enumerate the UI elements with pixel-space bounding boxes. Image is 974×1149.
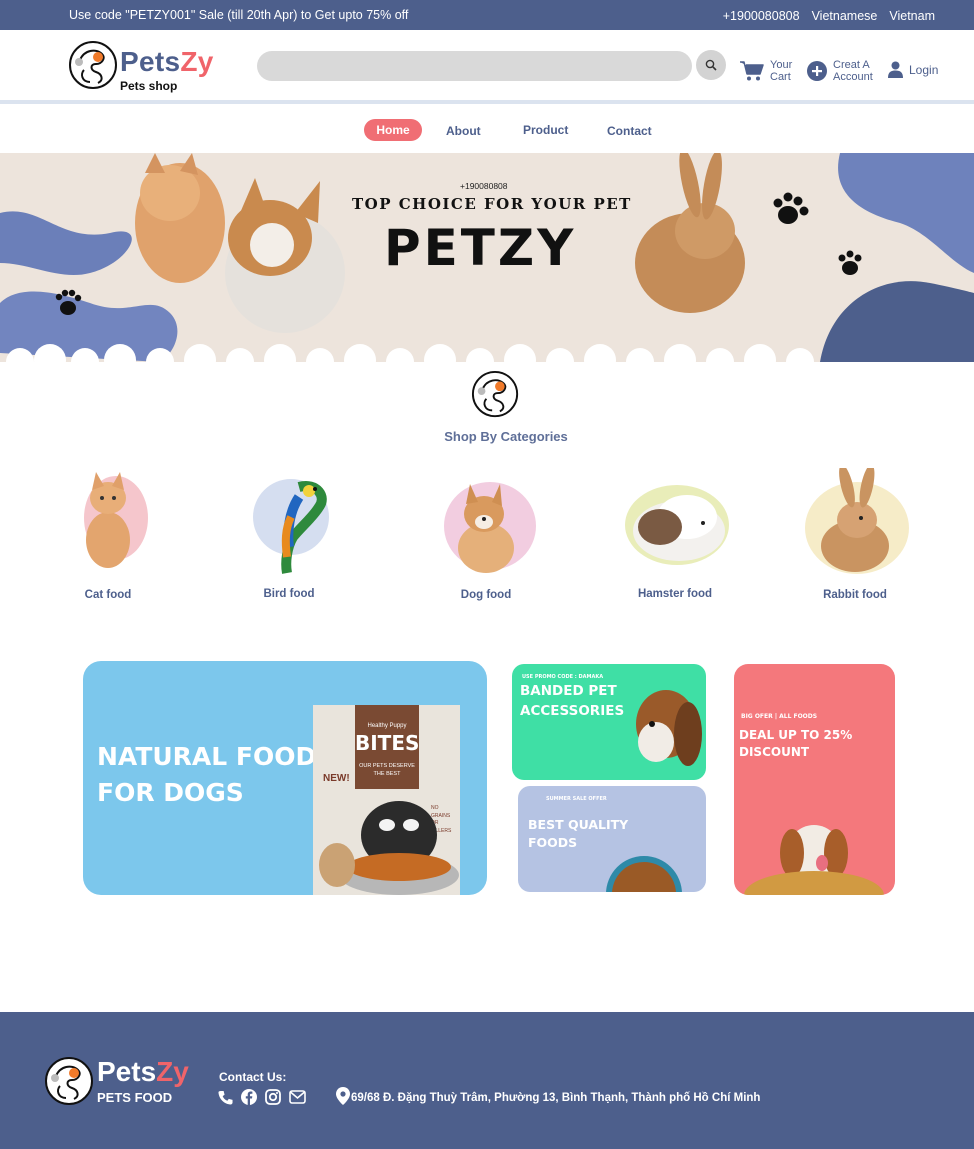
nav-product[interactable]: Product bbox=[523, 123, 568, 137]
package-title: BITES bbox=[355, 731, 420, 755]
hero-phone: +190080808 bbox=[460, 181, 508, 191]
cart-label-line2: Cart bbox=[770, 71, 791, 83]
footer-social-icons bbox=[218, 1089, 306, 1105]
promo-natural-line1: NATURAL FOOD bbox=[97, 742, 317, 771]
footer: PetsZy PETS FOOD Contact Us: 69/68 Đ. Đặ… bbox=[0, 1012, 974, 1149]
promo-natural-food-card[interactable]: NATURAL FOOD FOR DOGS Healthy Puppy BITE… bbox=[83, 661, 487, 895]
category-label: Hamster food bbox=[637, 588, 713, 600]
language-selector[interactable]: Vietnamese bbox=[812, 9, 878, 23]
category-dog-food[interactable]: Dog food bbox=[426, 468, 546, 601]
phone-link[interactable]: +1900080808 bbox=[723, 9, 800, 23]
nav-contact[interactable]: Contact bbox=[607, 124, 652, 138]
parrot-image bbox=[253, 479, 329, 574]
promo-banded-line2: ACCESSORIES bbox=[520, 702, 625, 719]
category-label: Cat food bbox=[84, 589, 132, 601]
food-package-image: Healthy Puppy BITES OUR PETS DESERVE THE… bbox=[313, 705, 460, 895]
categories-title: Shop By Categories bbox=[444, 429, 568, 444]
beagle-image bbox=[636, 690, 702, 766]
category-hamster-food[interactable]: Hamster food bbox=[615, 467, 735, 600]
promo-quality-line2: FOODS bbox=[528, 835, 578, 851]
login-label: Login bbox=[909, 62, 939, 77]
create-account-label: Creat A Account bbox=[833, 59, 873, 83]
promo-deal-tag: BIG OFER | ALL FOODS bbox=[741, 713, 818, 720]
promo-natural-line2: FOR DOGS bbox=[97, 778, 244, 808]
promo-banded-tag: USE PROMO CODE : DAMAKA bbox=[522, 674, 604, 680]
site-logo[interactable]: PetsZy Pets shop bbox=[68, 40, 238, 94]
nav-about[interactable]: About bbox=[446, 124, 481, 138]
logo-wordmark-pets: Pets bbox=[120, 46, 181, 77]
logo-icon bbox=[69, 41, 117, 89]
top-bar-links: +1900080808 Vietnamese Vietnam bbox=[723, 9, 935, 23]
email-icon[interactable] bbox=[289, 1090, 306, 1104]
food-bowl-image bbox=[606, 856, 682, 892]
promo-deal-line2: DISCOUNT bbox=[739, 745, 810, 760]
promo-deal-title: DEAL UP TO 25% DISCOUNT bbox=[739, 727, 852, 762]
cart-label: Your Cart bbox=[770, 59, 792, 83]
create-account-link[interactable]: Creat A Account bbox=[807, 59, 873, 83]
cat-image bbox=[84, 472, 148, 568]
logo-wordmark: PetsZy bbox=[120, 46, 214, 78]
footer-wordmark: PetsZy bbox=[97, 1056, 189, 1088]
plus-circle-icon bbox=[807, 61, 827, 81]
section-logo-icon bbox=[471, 370, 519, 418]
hamster-image bbox=[625, 485, 729, 565]
promo-natural-title: NATURAL FOOD FOR DOGS bbox=[97, 739, 316, 812]
promo-deal-discount-card[interactable]: BIG OFER | ALL FOODS DEAL UP TO 25% DISC… bbox=[734, 664, 895, 895]
rabbit-image bbox=[805, 464, 909, 574]
user-icon bbox=[888, 61, 903, 78]
footer-wordmark-pets: Pets bbox=[97, 1056, 157, 1087]
promo-quality-title: BEST QUALITY FOODS bbox=[528, 816, 628, 852]
search-icon bbox=[705, 59, 717, 71]
cart-link[interactable]: Your Cart bbox=[740, 59, 792, 83]
phone-icon[interactable] bbox=[218, 1090, 233, 1105]
package-small-label: Healthy Puppy bbox=[367, 723, 407, 729]
search-input[interactable] bbox=[257, 51, 692, 81]
main-nav bbox=[0, 104, 974, 153]
dog-bowl-image bbox=[319, 801, 459, 895]
cart-label-line1: Your bbox=[770, 59, 793, 71]
promo-best-quality-card[interactable]: SUMMER SALE OFFER BEST QUALITY FOODS bbox=[518, 786, 706, 892]
hero-banner: +190080808 TOP CHOICE FOR YOUR PET PETZY bbox=[0, 153, 974, 362]
footer-subtitle: PETS FOOD bbox=[97, 1090, 173, 1105]
cart-icon bbox=[740, 61, 764, 81]
search-button[interactable] bbox=[696, 50, 726, 80]
promo-deal-line1: DEAL UP TO 25% bbox=[739, 728, 853, 742]
login-link[interactable]: Login bbox=[888, 61, 938, 78]
category-cat-food[interactable]: Cat food bbox=[48, 468, 168, 601]
hero-tagline: TOP CHOICE FOR YOUR PET bbox=[352, 195, 632, 213]
footer-wordmark-zy: Zy bbox=[156, 1056, 189, 1087]
hero-title: PETZY bbox=[384, 219, 577, 277]
dog-with-food-image bbox=[744, 825, 884, 895]
category-label: Rabbit food bbox=[823, 589, 887, 601]
promo-banded-title: BANDED PET ACCESSORIES bbox=[520, 682, 624, 721]
facebook-icon[interactable] bbox=[241, 1089, 257, 1105]
category-label: Bird food bbox=[263, 588, 315, 600]
dog-image bbox=[444, 482, 536, 573]
nav-home[interactable]: Home bbox=[364, 119, 422, 141]
footer-contact-title: Contact Us: bbox=[219, 1070, 287, 1084]
package-new-tag: NEW! bbox=[323, 773, 350, 784]
category-rabbit-food[interactable]: Rabbit food bbox=[795, 464, 915, 601]
promo-quality-line1: BEST QUALITY bbox=[528, 817, 629, 832]
category-bird-food[interactable]: Bird food bbox=[229, 467, 349, 600]
package-subtitle: OUR PETS DESERVE THE BEST bbox=[359, 763, 415, 777]
promo-banner-text: Use code "PETZY001" Sale (till 20th Apr)… bbox=[69, 8, 409, 22]
top-bar: Use code "PETZY001" Sale (till 20th Apr)… bbox=[0, 0, 974, 30]
footer-logo-icon bbox=[45, 1057, 93, 1105]
location-pin-icon bbox=[336, 1087, 350, 1105]
promo-banded-accessories-card[interactable]: USE PROMO CODE : DAMAKA BANDED PET ACCES… bbox=[512, 664, 706, 780]
create-account-line1: Creat A bbox=[833, 59, 870, 71]
promo-quality-tag: SUMMER SALE OFFER bbox=[546, 796, 607, 802]
instagram-icon[interactable] bbox=[265, 1089, 281, 1105]
create-account-line2: Account bbox=[833, 71, 873, 83]
category-label: Dog food bbox=[460, 589, 512, 601]
logo-wordmark-zy: Zy bbox=[180, 46, 214, 77]
footer-address: 69/68 Đ. Đặng Thuỳ Trâm, Phường 13, Bình… bbox=[351, 1092, 761, 1104]
country-selector[interactable]: Vietnam bbox=[889, 9, 935, 23]
logo-subtitle: Pets shop bbox=[120, 79, 178, 93]
promo-banded-line1: BANDED PET bbox=[520, 683, 617, 699]
